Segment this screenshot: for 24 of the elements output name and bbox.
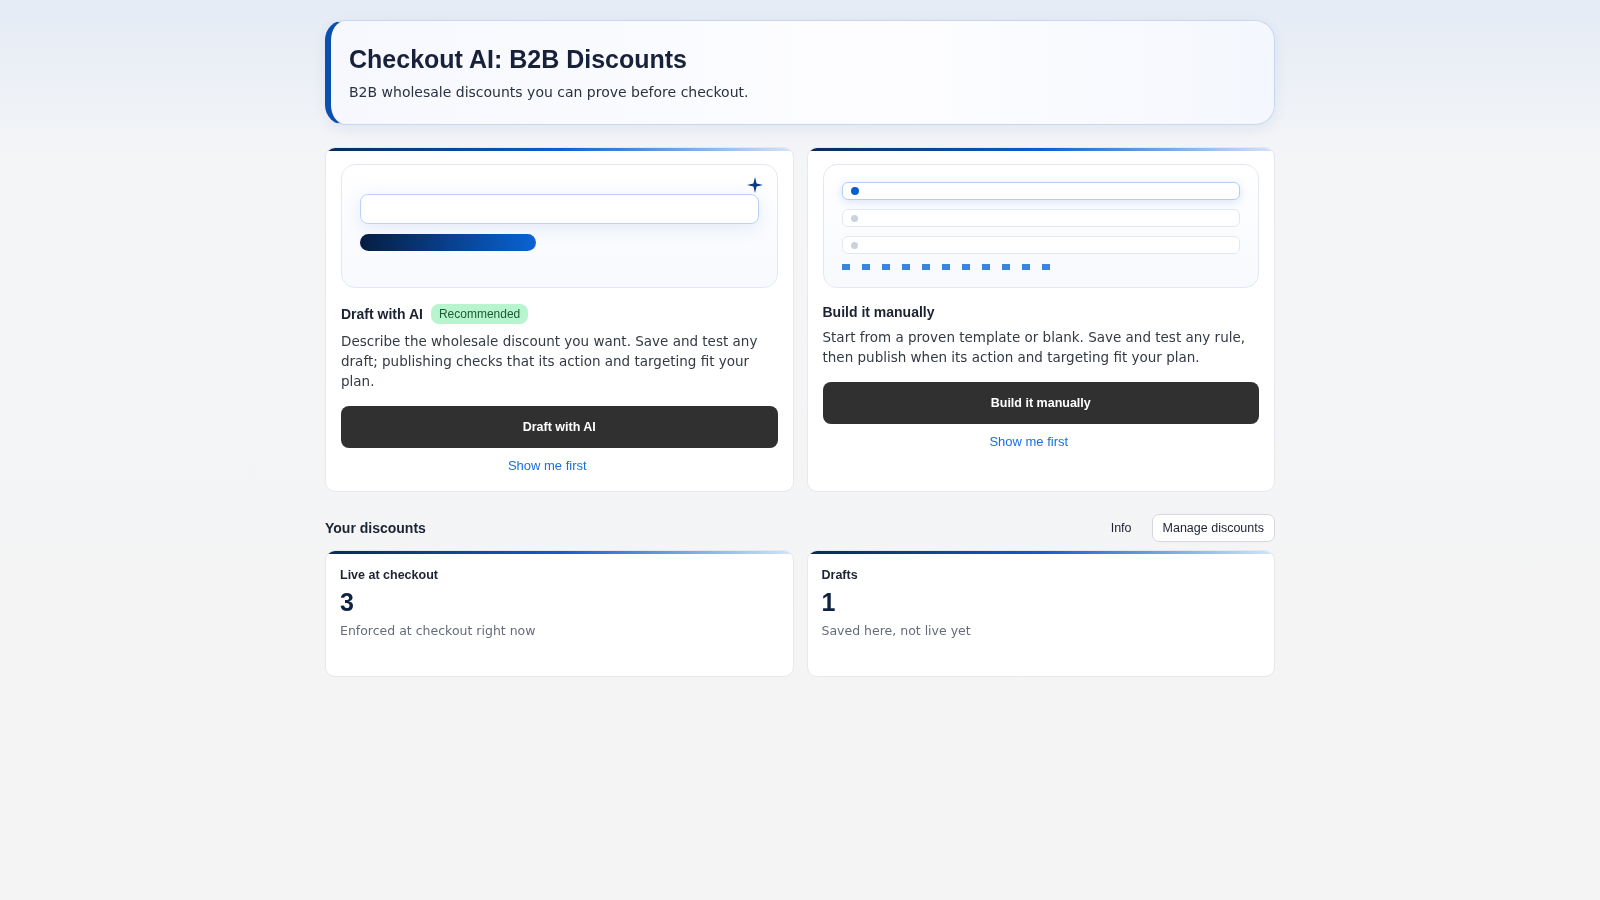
recommended-badge: Recommended [430,304,529,324]
primary-button[interactable]: Build it manually [822,382,1259,424]
stat-value: 1 [821,588,837,617]
info-link[interactable]: Info [1110,521,1132,535]
section-title: Your discounts [325,520,427,536]
show-me-first-link[interactable]: Show me first [989,434,1069,449]
option-title: Draft with AI [341,306,423,322]
page-subtitle: B2B wholesale discounts you can prove before checkout. [349,84,750,100]
stat-note: Saved here, not live yet [821,623,972,638]
option-description: Start from a proven template or blank. Save and test any rule, then publish when its action and targeting fit your plan. [822,328,1247,367]
primary-button[interactable]: Draft with AI [341,406,778,448]
manage-discounts-button[interactable]: Manage discounts [1151,514,1275,542]
bullet-dot [850,241,858,249]
option-title: Build it manually [822,304,935,320]
stat-note: Enforced at checkout right now [340,623,537,638]
sparkle-icon [746,177,763,193]
bullet-dot [850,214,858,222]
stat-label: Drafts [821,568,859,582]
bullet-dot [850,187,859,195]
show-me-first-link[interactable]: Show me first [507,458,587,473]
stat-value: 3 [340,588,355,617]
option-description: Describe the wholesale discount you want. Save and test any draft; publishing checks that its action and targeting fit your plan. [341,332,759,391]
stat-label: Live at checkout [340,568,439,582]
page-title: Checkout AI: B2B Discounts [349,45,688,74]
